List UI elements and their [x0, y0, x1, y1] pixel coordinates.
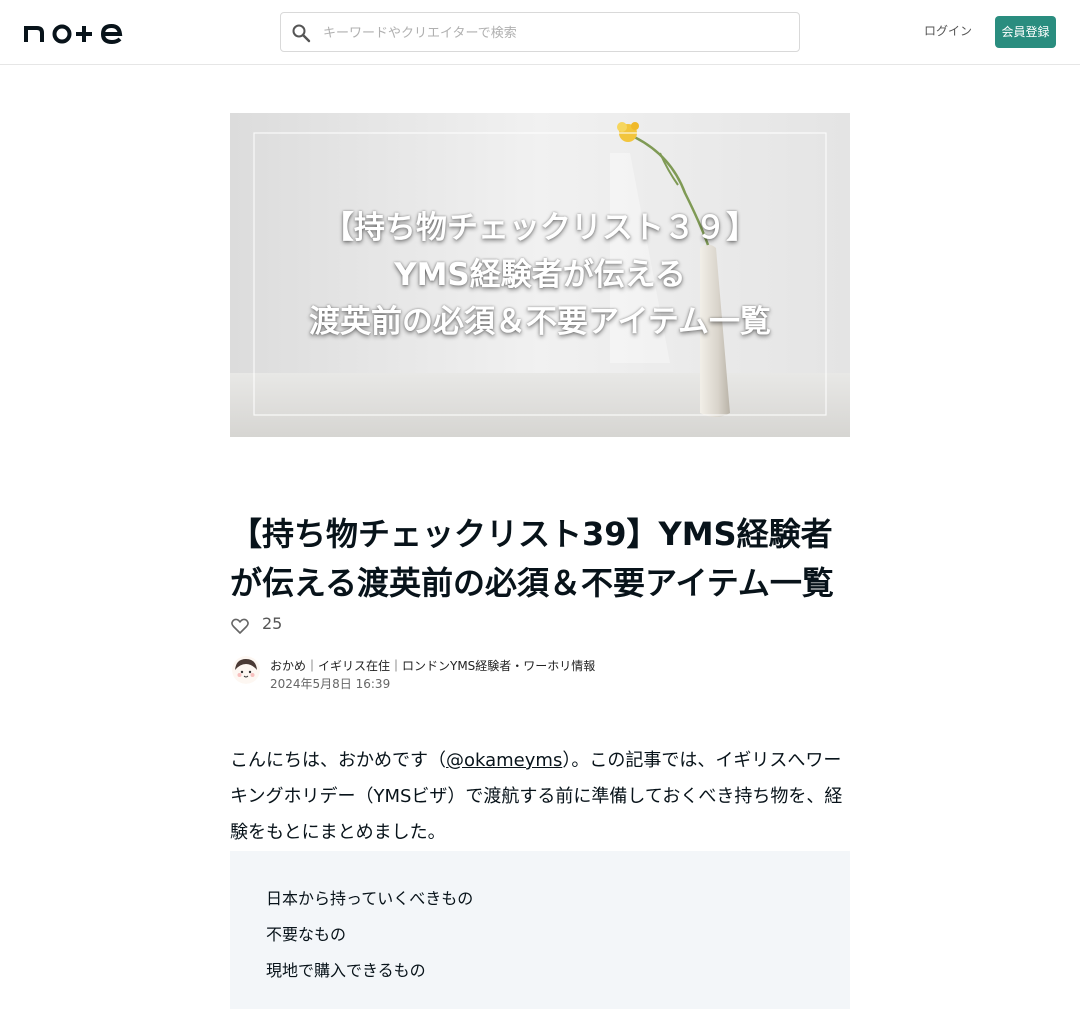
hero-line: 【持ち物チェックリスト３９】: [323, 210, 757, 246]
search-box[interactable]: [280, 12, 800, 52]
hero-line: 渡英前の必須＆不要アイテム一覧: [309, 304, 771, 340]
note-logo-mark: [24, 23, 123, 45]
author-name[interactable]: おかめ｜イギリス在住｜ロンドンYMS経験者・ワーホリ情報: [270, 657, 595, 674]
toc-item[interactable]: 不要なもの: [266, 917, 814, 953]
search-input[interactable]: [321, 21, 785, 45]
article-intro: こんにちは、おかめです（@okameyms）。この記事では、イギリスへワーキング…: [230, 743, 850, 851]
site-header: ログイン 会員登録: [0, 0, 1080, 65]
note-logo[interactable]: [24, 20, 124, 45]
toc-item[interactable]: 日本から持っていくべきもの: [266, 881, 814, 917]
author-info: おかめ｜イギリス在住｜ロンドンYMS経験者・ワーホリ情報 2024年5月8日 1…: [230, 654, 850, 694]
hero-caption: 【持ち物チェックリスト３９】 YMS経験者が伝える 渡英前の必須＆不要アイテム一…: [230, 205, 850, 346]
author-handle-link[interactable]: @okameyms: [446, 750, 562, 771]
login-button[interactable]: ログイン: [916, 22, 980, 42]
search-icon: [291, 23, 311, 43]
table-of-contents: 日本から持っていくべきもの 不要なもの 現地で購入できるもの: [230, 851, 850, 1009]
intro-text: こんにちは、おかめです（: [230, 750, 446, 771]
signup-button[interactable]: 会員登録: [995, 16, 1056, 48]
article-title: 【持ち物チェックリスト39】YMS経験者が伝える渡英前の必須＆不要アイテム一覧: [230, 515, 834, 602]
like-count: 25: [262, 614, 283, 633]
post-date: 2024年5月8日 16:39: [270, 677, 391, 691]
toc-item[interactable]: 現地で購入できるもの: [266, 953, 814, 989]
heart-icon[interactable]: [230, 616, 250, 636]
hero-image: 【持ち物チェックリスト３９】 YMS経験者が伝える 渡英前の必須＆不要アイテム一…: [230, 113, 850, 437]
hero-line: YMS経験者が伝える: [394, 257, 686, 293]
avatar[interactable]: [232, 656, 260, 684]
